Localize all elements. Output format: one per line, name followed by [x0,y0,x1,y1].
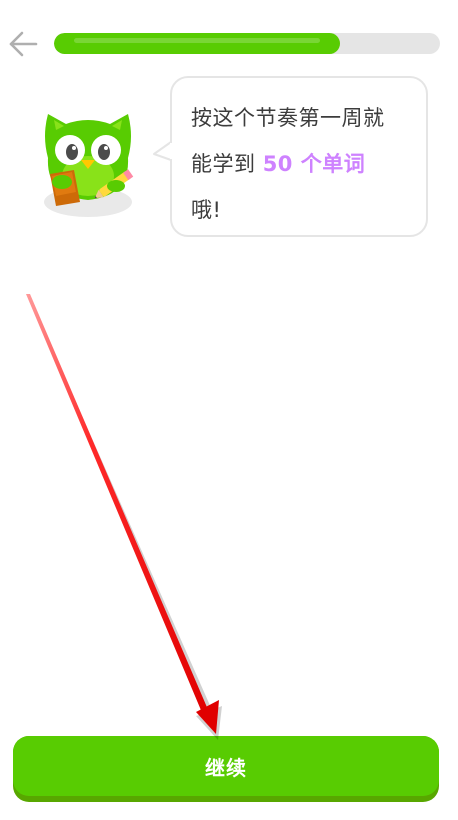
speech-bubble: 按这个节奏第一周就 能学到 50 个单词 哦! [170,76,428,237]
progress-bar-shine [74,38,320,43]
arrow-left-icon [9,31,38,57]
speech-line-3: 哦! [191,198,222,222]
speech-line-2: 能学到 50 个单词 [191,141,419,187]
highlight-word-count: 50 个单词 [262,152,366,176]
speech-line-2-prefix: 能学到 [191,152,263,176]
back-button[interactable] [6,28,40,60]
lesson-progress-bar [54,33,440,54]
continue-button[interactable]: 继续 [13,736,439,802]
continue-button-face[interactable]: 继续 [13,736,439,796]
duo-owl-mascot-icon [36,96,140,220]
continue-button-label: 继续 [205,755,247,780]
speech-bubble-text: 按这个节奏第一周就 能学到 50 个单词 哦! [191,95,419,233]
progress-bar-fill [54,33,340,54]
speech-bubble-tail [153,141,172,161]
speech-line-1: 按这个节奏第一周就 [191,106,385,130]
